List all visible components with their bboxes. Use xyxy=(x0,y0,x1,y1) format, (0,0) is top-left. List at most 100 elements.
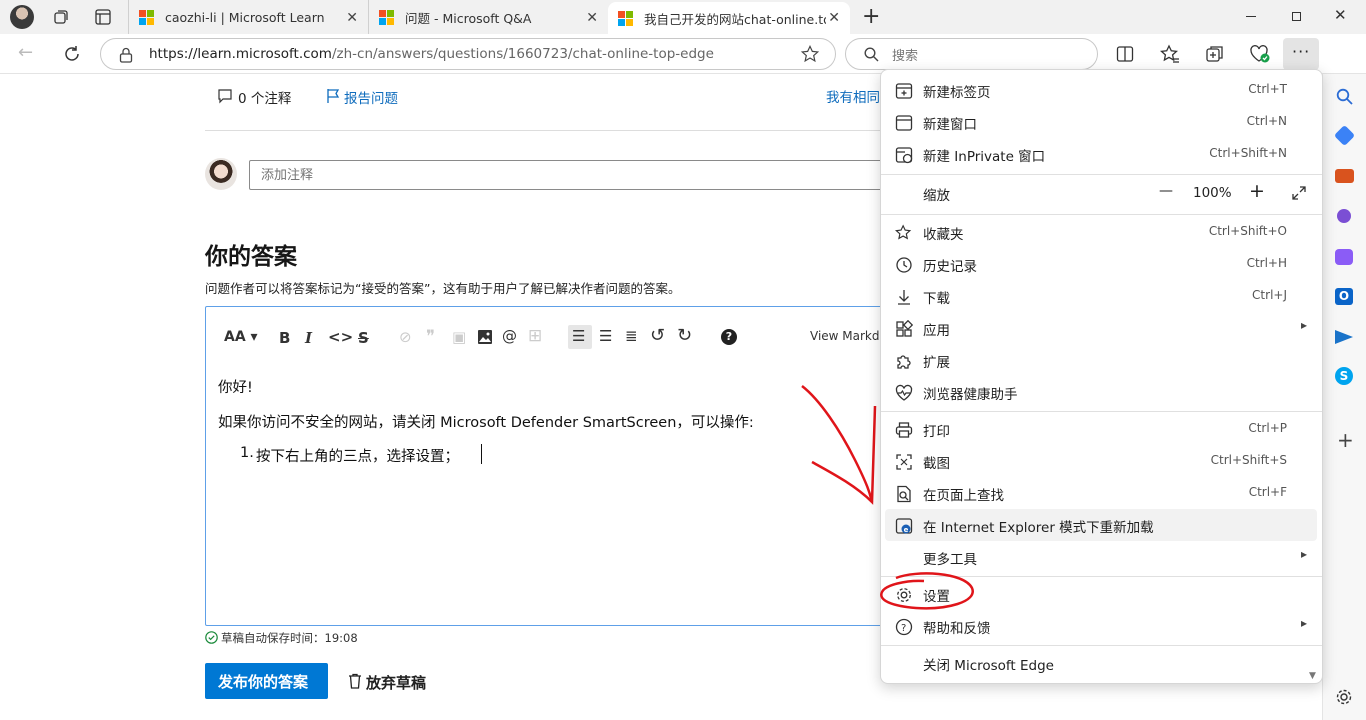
same-question-button[interactable]: 我有相同 xyxy=(826,86,880,106)
menu-shortcut: Ctrl+Shift+N xyxy=(1209,146,1287,160)
bullet-list-icon[interactable]: ☰ xyxy=(599,327,612,345)
microsoft-logo-icon xyxy=(379,10,394,25)
image-icon[interactable] xyxy=(477,329,493,345)
new-tab-plus-icon[interactable]: + xyxy=(862,4,880,29)
comment-input[interactable] xyxy=(249,160,889,190)
menu-label: 在 Internet Explorer 模式下重新加载 xyxy=(923,520,1154,536)
comment-icon xyxy=(218,89,232,104)
collections-icon[interactable] xyxy=(1205,44,1225,64)
address-bar[interactable]: https://learn.microsoft.com/zh-cn/answer… xyxy=(100,38,836,70)
settings-and-more-button[interactable]: ··· xyxy=(1283,38,1319,70)
close-icon[interactable]: ✕ xyxy=(346,10,358,26)
refresh-icon[interactable] xyxy=(63,45,81,63)
menu-screenshot[interactable]: 截图 Ctrl+Shift+S xyxy=(885,445,1317,477)
menu-ie-mode[interactable]: e 在 Internet Explorer 模式下重新加载 xyxy=(885,509,1317,541)
horizontal-rule-icon[interactable]: ≣ xyxy=(625,327,638,345)
favorites-icon[interactable] xyxy=(1160,44,1180,64)
autosave-status: 草稿自动保存时间：19:08 xyxy=(221,631,358,645)
tag-icon[interactable] xyxy=(1333,124,1356,147)
menu-zoom: 缩放 — 100% + xyxy=(885,177,1317,209)
menu-favorites[interactable]: 收藏夹 Ctrl+Shift+O xyxy=(885,216,1317,248)
editor-list-item: 按下右上角的三点，选择设置； xyxy=(256,449,459,465)
menu-scroll-down-icon[interactable]: ▼ xyxy=(1309,671,1316,681)
menu-label: 新建窗口 xyxy=(923,117,977,133)
menu-label: 更多工具 xyxy=(923,552,977,568)
menu-print[interactable]: 打印 Ctrl+P xyxy=(885,413,1317,445)
close-icon[interactable]: ✕ xyxy=(586,10,598,26)
menu-shortcut: Ctrl+J xyxy=(1252,288,1287,302)
back-arrow-icon[interactable]: ← xyxy=(18,42,33,63)
skype-icon[interactable]: S xyxy=(1335,367,1353,385)
menu-help-feedback[interactable]: ? 帮助和反馈 ▸ xyxy=(885,610,1317,642)
zoom-out-button[interactable]: — xyxy=(1159,183,1173,199)
close-icon[interactable]: ✕ xyxy=(828,10,840,26)
menu-browser-health[interactable]: 浏览器健康助手 xyxy=(885,376,1317,408)
view-markdown-button[interactable]: View Markdo xyxy=(810,329,887,343)
italic-icon[interactable]: I xyxy=(305,329,312,347)
answer-hint: 问题作者可以将答案标记为“接受的答案”，这有助于用户了解已解决作者问题的答案。 xyxy=(205,281,681,296)
bold-icon[interactable]: B xyxy=(279,329,290,347)
annotation-arrow xyxy=(801,385,877,505)
search-box[interactable]: 搜索 xyxy=(845,38,1098,70)
menu-new-tab[interactable]: 新建标签页 Ctrl+T xyxy=(885,74,1317,106)
menu-downloads[interactable]: 下载 Ctrl+J xyxy=(885,280,1317,312)
profile-avatar[interactable] xyxy=(10,5,34,29)
editor-line-1: 你好! xyxy=(218,380,253,396)
publish-answer-button[interactable]: 发布你的答案 xyxy=(205,663,328,699)
games-icon[interactable] xyxy=(1337,209,1351,223)
workspaces-icon[interactable] xyxy=(52,8,70,26)
copilot-icon[interactable] xyxy=(1335,249,1353,265)
answer-heading: 你的答案 xyxy=(205,244,297,270)
more-dots-icon: ··· xyxy=(1292,42,1311,61)
comments-count[interactable]: 0 个注释 xyxy=(238,87,291,107)
tab-qa[interactable]: 问题 - Microsoft Q&A ✕ xyxy=(368,0,608,34)
mention-icon[interactable]: @ xyxy=(502,327,517,345)
undo-icon[interactable]: ↺ xyxy=(650,325,665,346)
browser-essentials-icon[interactable] xyxy=(1249,44,1271,64)
menu-history[interactable]: 历史记录 Ctrl+H xyxy=(885,248,1317,280)
new-tab-icon xyxy=(895,83,913,99)
menu-label: 收藏夹 xyxy=(923,227,964,243)
discard-draft-button[interactable]: 放弃草稿 xyxy=(366,672,426,693)
fullscreen-icon[interactable] xyxy=(1291,185,1307,201)
restore-icon[interactable] xyxy=(1292,12,1301,21)
chevron-right-icon: ▸ xyxy=(1300,616,1307,630)
font-size-icon[interactable]: AA ▾ xyxy=(224,329,258,345)
menu-new-window[interactable]: 新建窗口 Ctrl+N xyxy=(885,106,1317,138)
chevron-right-icon: ▸ xyxy=(1300,318,1307,332)
report-issue-link[interactable]: 报告问题 xyxy=(344,87,398,107)
tab-strip: caozhi-li | Microsoft Learn ✕ 问题 - Micro… xyxy=(0,0,1366,34)
tab-chat-online[interactable]: 我自己开发的网站chat-online.top ✕ xyxy=(608,2,850,34)
window-close-icon[interactable]: ✕ xyxy=(1334,6,1347,24)
add-favorite-star-icon[interactable] xyxy=(801,45,819,63)
strikethrough-icon[interactable]: S xyxy=(358,329,369,347)
microsoft-logo-icon xyxy=(139,10,154,25)
menu-new-inprivate[interactable]: 新建 InPrivate 窗口 Ctrl+Shift+N xyxy=(885,138,1317,170)
tab-actions-icon[interactable] xyxy=(95,9,111,25)
answer-editor[interactable]: AA ▾ B I <> S ⊘ ❞ ▣ @ ⊞ ☰ ☰ ≣ ↺ ↻ ? View… xyxy=(205,306,895,626)
menu-apps[interactable]: 应用 ▸ xyxy=(885,312,1317,344)
redo-icon[interactable]: ↻ xyxy=(677,325,692,346)
search-placeholder: 搜索 xyxy=(892,48,919,64)
minimize-icon[interactable] xyxy=(1246,16,1256,17)
help-icon[interactable]: ? xyxy=(721,329,737,345)
menu-close-edge[interactable]: 关闭 Microsoft Edge xyxy=(885,647,1317,679)
send-icon[interactable] xyxy=(1335,330,1353,344)
lock-icon[interactable] xyxy=(119,47,133,63)
history-icon xyxy=(896,257,912,273)
chevron-right-icon: ▸ xyxy=(1300,547,1307,561)
sidebar-settings-icon[interactable] xyxy=(1335,688,1353,706)
puzzle-icon xyxy=(897,355,911,369)
menu-extensions[interactable]: 扩展 xyxy=(885,344,1317,376)
menu-more-tools[interactable]: 更多工具 ▸ xyxy=(885,541,1317,573)
code-icon[interactable]: <> xyxy=(328,328,353,346)
sidebar-search-icon[interactable] xyxy=(1336,88,1353,105)
menu-find-on-page[interactable]: 在页面上查找 Ctrl+F xyxy=(885,477,1317,509)
outlook-icon[interactable]: O xyxy=(1335,288,1353,305)
tab-learn[interactable]: caozhi-li | Microsoft Learn ✕ xyxy=(128,0,368,34)
add-sidebar-app-icon[interactable]: + xyxy=(1337,428,1354,452)
split-screen-icon[interactable] xyxy=(1116,45,1134,63)
zoom-in-button[interactable]: + xyxy=(1249,180,1265,202)
tools-icon[interactable] xyxy=(1335,169,1354,183)
favorites-star-icon xyxy=(895,224,912,240)
